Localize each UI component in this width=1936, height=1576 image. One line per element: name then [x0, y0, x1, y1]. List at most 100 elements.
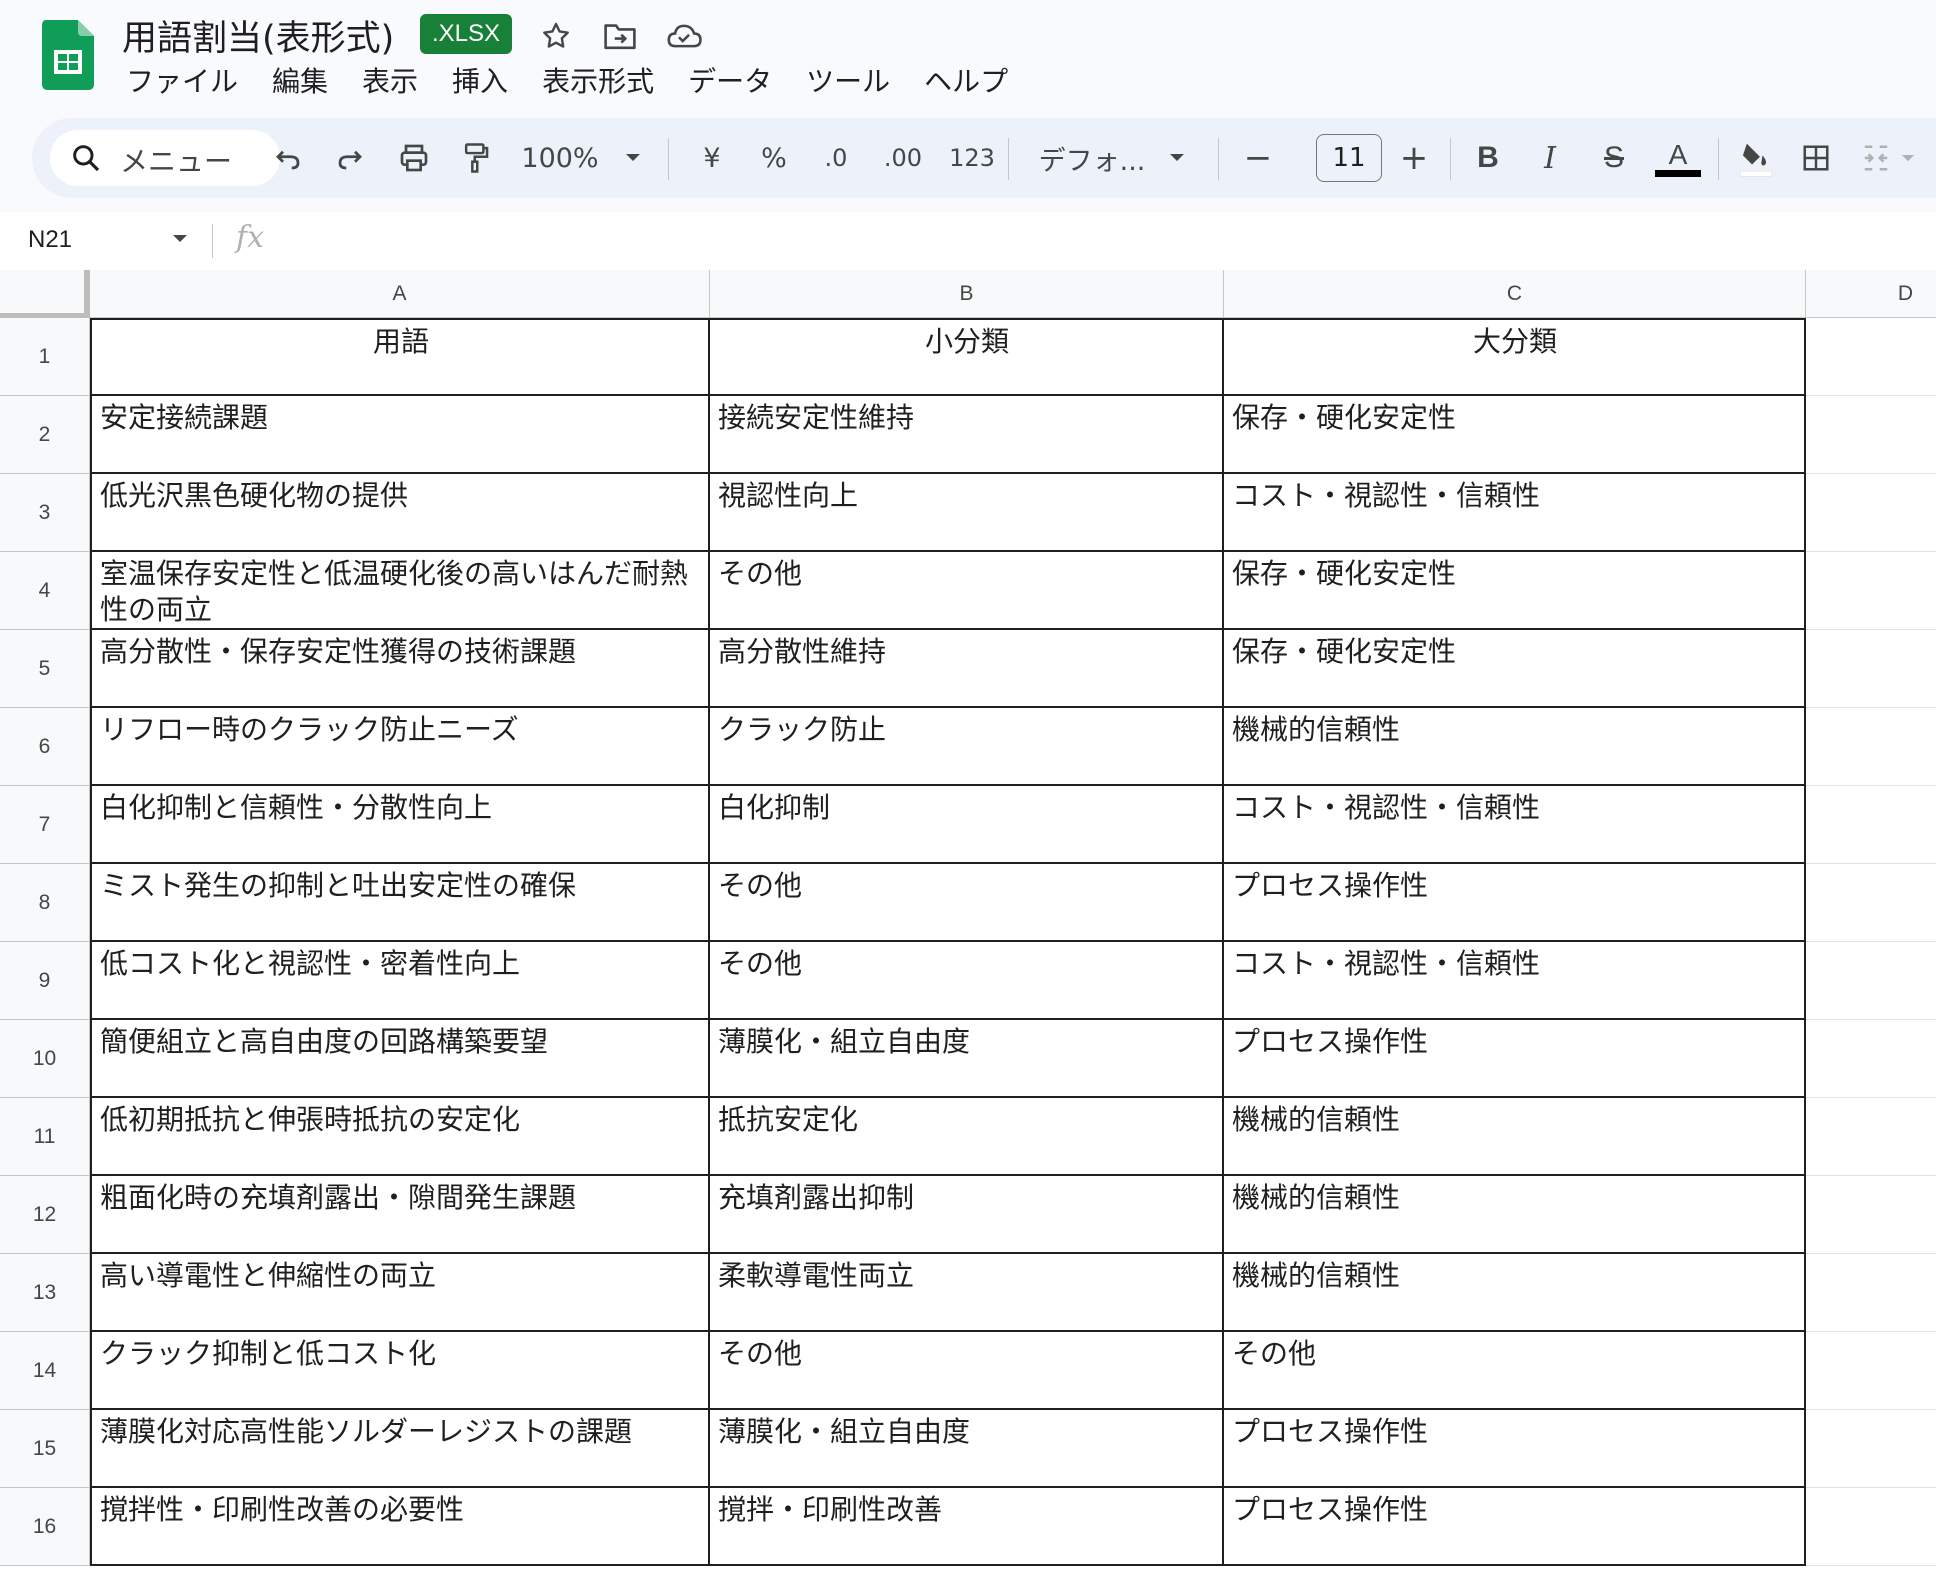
- table-cell[interactable]: 機械的信頼性: [1224, 1254, 1806, 1332]
- font-chevron-down-icon[interactable]: [1162, 136, 1192, 180]
- table-cell[interactable]: 柔軟導電性両立: [710, 1254, 1224, 1332]
- decrease-font-size-button[interactable]: −: [1238, 136, 1278, 180]
- row-header[interactable]: 5: [0, 630, 90, 708]
- row-header[interactable]: 16: [0, 1488, 90, 1566]
- row-header[interactable]: 7: [0, 786, 90, 864]
- increase-decimal-button[interactable]: .00: [878, 136, 928, 180]
- redo-icon[interactable]: [328, 136, 372, 180]
- table-cell[interactable]: 薄膜化・組立自由度: [710, 1020, 1224, 1098]
- row-header[interactable]: 3: [0, 474, 90, 552]
- increase-font-size-button[interactable]: +: [1394, 136, 1434, 180]
- name-box[interactable]: N21: [28, 226, 72, 254]
- undo-icon[interactable]: [266, 136, 310, 180]
- column-header-d[interactable]: D: [1806, 270, 1936, 318]
- fill-color-icon[interactable]: [1732, 136, 1780, 180]
- table-cell[interactable]: プロセス操作性: [1224, 1488, 1806, 1566]
- menu-view[interactable]: 表示: [345, 62, 435, 102]
- column-header-a[interactable]: A: [90, 270, 710, 318]
- table-cell[interactable]: クラック防止: [710, 708, 1224, 786]
- menu-format[interactable]: 表示形式: [525, 62, 671, 102]
- italic-button[interactable]: I: [1528, 136, 1572, 180]
- table-cell[interactable]: クラック抑制と低コスト化: [90, 1332, 710, 1410]
- zoom-select[interactable]: 100%: [520, 136, 600, 180]
- sheets-logo-icon[interactable]: [42, 20, 94, 90]
- empty-cell[interactable]: [1806, 1020, 1936, 1098]
- empty-cell[interactable]: [1806, 552, 1936, 630]
- table-cell[interactable]: 薄膜化対応高性能ソルダーレジストの課題: [90, 1410, 710, 1488]
- print-icon[interactable]: [392, 136, 436, 180]
- star-icon[interactable]: [536, 16, 576, 56]
- empty-cell[interactable]: [1806, 864, 1936, 942]
- merge-chevron-down-icon[interactable]: [1896, 136, 1920, 180]
- merge-cells-icon[interactable]: [1854, 136, 1898, 180]
- table-cell[interactable]: コスト・視認性・信頼性: [1224, 786, 1806, 864]
- table-cell[interactable]: コスト・視認性・信頼性: [1224, 942, 1806, 1020]
- move-to-folder-icon[interactable]: [600, 16, 640, 56]
- table-cell[interactable]: 薄膜化・組立自由度: [710, 1410, 1224, 1488]
- select-all-corner[interactable]: [0, 270, 90, 318]
- empty-cell[interactable]: [1806, 1488, 1936, 1566]
- empty-cell[interactable]: [1806, 1254, 1936, 1332]
- menu-tools[interactable]: ツール: [789, 62, 907, 102]
- table-cell[interactable]: 白化抑制: [710, 786, 1224, 864]
- column-header-c[interactable]: C: [1224, 270, 1806, 318]
- menu-edit[interactable]: 編集: [255, 62, 345, 102]
- table-cell[interactable]: 高分散性・保存安定性獲得の技術課題: [90, 630, 710, 708]
- row-header[interactable]: 1: [0, 318, 90, 396]
- empty-cell[interactable]: [1806, 1176, 1936, 1254]
- table-cell[interactable]: 低光沢黒色硬化物の提供: [90, 474, 710, 552]
- empty-cell[interactable]: [1806, 942, 1936, 1020]
- menu-data[interactable]: データ: [671, 62, 789, 102]
- table-cell[interactable]: 視認性向上: [710, 474, 1224, 552]
- table-cell[interactable]: コスト・視認性・信頼性: [1224, 474, 1806, 552]
- table-cell[interactable]: 低コスト化と視認性・密着性向上: [90, 942, 710, 1020]
- table-cell[interactable]: 高分散性維持: [710, 630, 1224, 708]
- empty-cell[interactable]: [1806, 1332, 1936, 1410]
- row-header[interactable]: 10: [0, 1020, 90, 1098]
- header-cell[interactable]: 用語: [90, 318, 710, 396]
- table-cell[interactable]: その他: [710, 942, 1224, 1020]
- empty-cell[interactable]: [1806, 474, 1936, 552]
- empty-cell[interactable]: [1806, 318, 1936, 396]
- font-family-select[interactable]: デフォ...: [1032, 136, 1152, 180]
- decrease-decimal-button[interactable]: .0: [814, 136, 858, 180]
- table-cell[interactable]: その他: [710, 864, 1224, 942]
- table-cell[interactable]: 充填剤露出抑制: [710, 1176, 1224, 1254]
- table-cell[interactable]: プロセス操作性: [1224, 1410, 1806, 1488]
- menu-help[interactable]: ヘルプ: [907, 62, 1025, 102]
- strikethrough-button[interactable]: S: [1592, 136, 1636, 180]
- number-format-button[interactable]: 123: [944, 136, 1000, 180]
- formula-input[interactable]: [290, 220, 1890, 260]
- borders-icon[interactable]: [1794, 136, 1838, 180]
- header-cell[interactable]: 大分類: [1224, 318, 1806, 396]
- row-header[interactable]: 2: [0, 396, 90, 474]
- table-cell[interactable]: 撹拌性・印刷性改善の必要性: [90, 1488, 710, 1566]
- row-header[interactable]: 14: [0, 1332, 90, 1410]
- paint-format-icon[interactable]: [454, 136, 498, 180]
- table-cell[interactable]: 粗面化時の充填剤露出・隙間発生課題: [90, 1176, 710, 1254]
- table-cell[interactable]: その他: [1224, 1332, 1806, 1410]
- header-cell[interactable]: 小分類: [710, 318, 1224, 396]
- table-cell[interactable]: 機械的信頼性: [1224, 1176, 1806, 1254]
- row-header[interactable]: 9: [0, 942, 90, 1020]
- table-cell[interactable]: プロセス操作性: [1224, 864, 1806, 942]
- currency-format-button[interactable]: ¥: [692, 136, 732, 180]
- table-cell[interactable]: ミスト発生の抑制と吐出安定性の確保: [90, 864, 710, 942]
- row-header[interactable]: 11: [0, 1098, 90, 1176]
- table-cell[interactable]: 白化抑制と信頼性・分散性向上: [90, 786, 710, 864]
- row-header[interactable]: 13: [0, 1254, 90, 1332]
- table-cell[interactable]: 機械的信頼性: [1224, 708, 1806, 786]
- bold-button[interactable]: B: [1466, 136, 1510, 180]
- table-cell[interactable]: その他: [710, 552, 1224, 630]
- row-header[interactable]: 12: [0, 1176, 90, 1254]
- row-header[interactable]: 15: [0, 1410, 90, 1488]
- cloud-saved-icon[interactable]: [664, 16, 704, 56]
- empty-cell[interactable]: [1806, 1098, 1936, 1176]
- table-cell[interactable]: 室温保存安定性と低温硬化後の高いはんだ耐熱性の両立: [90, 552, 710, 630]
- table-cell[interactable]: リフロー時のクラック防止ニーズ: [90, 708, 710, 786]
- table-cell[interactable]: 保存・硬化安定性: [1224, 630, 1806, 708]
- empty-cell[interactable]: [1806, 708, 1936, 786]
- table-cell[interactable]: 保存・硬化安定性: [1224, 396, 1806, 474]
- percent-format-button[interactable]: %: [754, 136, 794, 180]
- menu-insert[interactable]: 挿入: [435, 62, 525, 102]
